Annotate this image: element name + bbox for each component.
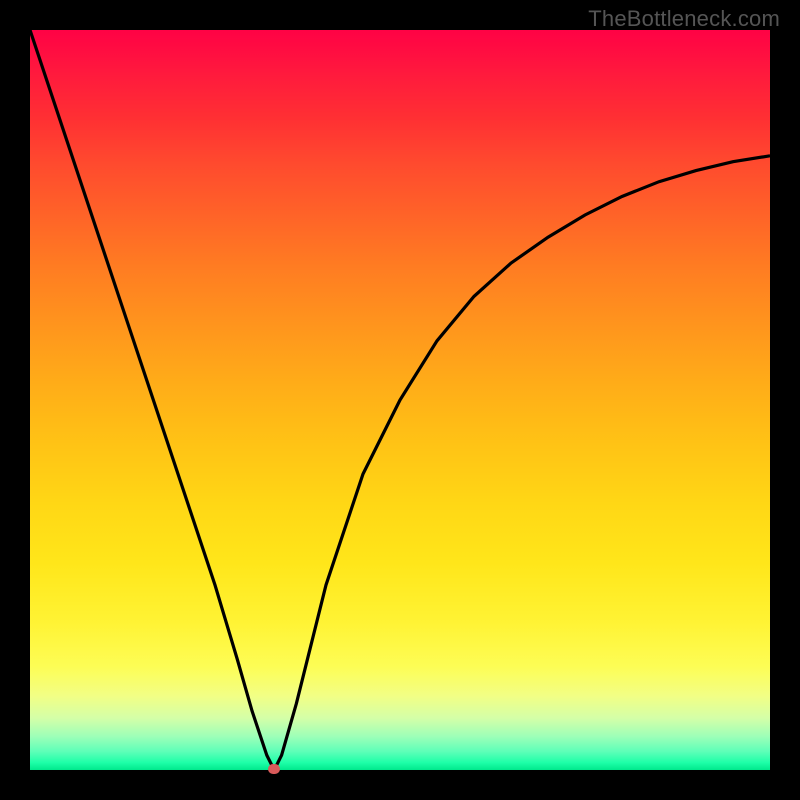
chart-container: TheBottleneck.com xyxy=(0,0,800,800)
watermark-text: TheBottleneck.com xyxy=(588,6,780,32)
bottleneck-curve-path xyxy=(30,30,770,770)
bottleneck-curve-svg xyxy=(30,30,770,770)
minimum-marker xyxy=(268,764,280,774)
